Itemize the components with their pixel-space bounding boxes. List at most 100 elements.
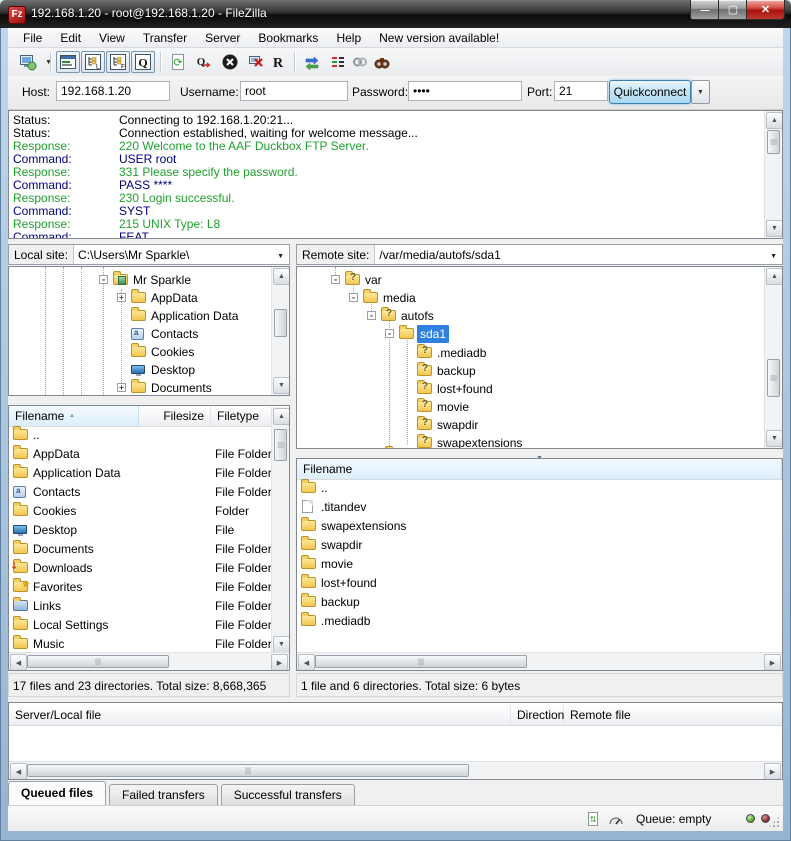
directory-comparison-button[interactable] bbox=[300, 51, 324, 73]
collapse-icon[interactable] bbox=[99, 275, 108, 284]
tree-item-autofs[interactable]: autofs bbox=[297, 307, 765, 325]
disconnect-button[interactable] bbox=[244, 51, 268, 73]
tree-item-mr-sparkle[interactable]: Mr Sparkle bbox=[9, 271, 272, 289]
file-row[interactable]: Application DataFile Folder bbox=[9, 464, 289, 483]
tree-item-documents[interactable]: Documents bbox=[9, 379, 272, 396]
local-site-combo[interactable]: C:\Users\Mr Sparkle\ ▼ bbox=[74, 245, 289, 264]
collapse-icon[interactable] bbox=[367, 311, 376, 320]
file-row[interactable]: movie bbox=[297, 555, 782, 574]
local-tree-vertical-scrollbar[interactable]: ▲ ▼ bbox=[271, 267, 289, 395]
menu-transfer[interactable]: Transfer bbox=[134, 29, 196, 47]
tree-item-desktop[interactable]: Desktop bbox=[9, 361, 272, 379]
file-row[interactable]: DocumentsFile Folder bbox=[9, 540, 289, 559]
tab-failed-transfers[interactable]: Failed transfers bbox=[109, 784, 218, 805]
menu-view[interactable]: View bbox=[90, 29, 134, 47]
file-row[interactable]: swapextensions bbox=[297, 517, 782, 536]
minimize-button[interactable] bbox=[690, 0, 720, 20]
toggle-remote-tree-button[interactable]: F bbox=[106, 51, 130, 73]
transfer-type-icon[interactable]: ⇅ bbox=[586, 811, 600, 827]
menu-file[interactable]: File bbox=[14, 29, 51, 47]
title-bar[interactable]: Fz 192.168.1.20 - root@192.168.1.20 - Fi… bbox=[0, 0, 791, 28]
local-list-vertical-scrollbar[interactable]: ▲ ▼ bbox=[271, 407, 289, 654]
scroll-up-button[interactable]: ▲ bbox=[766, 112, 783, 129]
remote-site-combo[interactable]: /var/media/autofs/sda1 ▼ bbox=[375, 245, 782, 264]
password-input[interactable] bbox=[408, 81, 522, 101]
scroll-up-button[interactable]: ▲ bbox=[273, 408, 290, 425]
scroll-down-button[interactable]: ▼ bbox=[273, 636, 290, 653]
directory-listing-filters-button[interactable] bbox=[326, 51, 350, 73]
tree-item-backup[interactable]: backup bbox=[297, 362, 765, 380]
port-input[interactable] bbox=[554, 81, 608, 101]
queue-horizontal-scrollbar[interactable]: ◀ ▶ bbox=[9, 761, 782, 779]
tree-item-contacts[interactable]: Contacts bbox=[9, 325, 272, 343]
tree-item-mediadb[interactable]: .mediadb bbox=[297, 344, 765, 362]
file-row[interactable]: ContactsFile Folder bbox=[9, 483, 289, 502]
refresh-button[interactable]: ⟳ bbox=[166, 51, 190, 73]
log-vertical-scrollbar[interactable]: ▲ ▼ bbox=[764, 111, 782, 238]
toggle-message-log-button[interactable] bbox=[56, 51, 80, 73]
tree-item-media[interactable]: media bbox=[297, 289, 765, 307]
tree-item-sda1[interactable]: sda1 bbox=[297, 325, 765, 343]
scroll-right-button[interactable]: ▶ bbox=[764, 763, 781, 780]
scroll-left-button[interactable]: ◀ bbox=[10, 763, 27, 780]
toggle-queue-button[interactable]: Q bbox=[131, 51, 155, 73]
column-header-server-local-file[interactable]: Server/Local file bbox=[9, 705, 511, 725]
tree-item-application-data[interactable]: Application Data bbox=[9, 307, 272, 325]
chevron-down-icon[interactable]: ▼ bbox=[277, 253, 284, 260]
tree-item-appdata[interactable]: AppData bbox=[9, 289, 272, 307]
collapse-icon[interactable] bbox=[385, 329, 394, 338]
file-row[interactable]: .. bbox=[297, 479, 782, 498]
column-header-filesize[interactable]: Filesize bbox=[139, 406, 211, 426]
remote-tree-vertical-scrollbar[interactable]: ▲ ▼ bbox=[764, 267, 782, 448]
scroll-up-button[interactable]: ▲ bbox=[766, 268, 783, 285]
scroll-down-button[interactable]: ▼ bbox=[766, 430, 783, 447]
synchronized-browsing-button[interactable] bbox=[348, 51, 372, 73]
column-header-remote-file[interactable]: Remote file bbox=[564, 705, 783, 725]
expand-icon[interactable] bbox=[117, 293, 126, 302]
tab-successful-transfers[interactable]: Successful transfers bbox=[221, 784, 355, 805]
file-row[interactable]: LinksFile Folder bbox=[9, 597, 289, 616]
scrollbar-thumb[interactable] bbox=[27, 764, 469, 777]
scrollbar-thumb[interactable] bbox=[274, 309, 287, 337]
file-row[interactable]: FavoritesFile Folder bbox=[9, 578, 289, 597]
column-header-filename[interactable]: Filename bbox=[297, 459, 782, 479]
file-row[interactable]: lost+found bbox=[297, 574, 782, 593]
chevron-down-icon[interactable]: ▼ bbox=[770, 253, 777, 260]
tree-item-cookies[interactable]: Cookies bbox=[9, 343, 272, 361]
file-row[interactable]: DesktopFile bbox=[9, 521, 289, 540]
scrollbar-thumb[interactable] bbox=[767, 359, 780, 397]
file-row[interactable]: DownloadsFile Folder bbox=[9, 559, 289, 578]
maximize-button[interactable] bbox=[718, 0, 748, 20]
cancel-button[interactable] bbox=[218, 51, 242, 73]
scrollbar-thumb[interactable] bbox=[274, 429, 287, 461]
host-input[interactable] bbox=[56, 81, 170, 101]
file-row[interactable]: CookiesFolder bbox=[9, 502, 289, 521]
scroll-left-button[interactable]: ◀ bbox=[10, 654, 27, 671]
tab-queued-files[interactable]: Queued files bbox=[8, 781, 106, 805]
menu-bookmarks[interactable]: Bookmarks bbox=[249, 29, 327, 47]
scroll-down-button[interactable]: ▼ bbox=[766, 220, 783, 237]
menu-edit[interactable]: Edit bbox=[51, 29, 90, 47]
toggle-local-tree-button[interactable]: L bbox=[81, 51, 105, 73]
scrollbar-thumb[interactable] bbox=[767, 130, 780, 154]
remote-list-horizontal-scrollbar[interactable]: ◀ ▶ bbox=[297, 652, 782, 670]
file-row[interactable]: .titandev bbox=[297, 498, 782, 517]
file-row[interactable]: .mediadb bbox=[297, 612, 782, 631]
process-queue-button[interactable]: Q bbox=[192, 51, 216, 73]
file-row[interactable]: .. bbox=[9, 426, 289, 445]
file-row[interactable]: Local SettingsFile Folder bbox=[9, 616, 289, 635]
local-list-horizontal-scrollbar[interactable]: ◀ ▶ bbox=[9, 652, 289, 670]
column-header-filetype[interactable]: Filetype bbox=[211, 406, 273, 426]
tree-item-movie[interactable]: movie bbox=[297, 398, 765, 416]
site-manager-button[interactable]: ▼ bbox=[12, 51, 44, 73]
scroll-left-button[interactable]: ◀ bbox=[298, 654, 315, 671]
scroll-up-button[interactable]: ▲ bbox=[273, 268, 290, 285]
find-files-button[interactable] bbox=[370, 51, 394, 73]
menu-server[interactable]: Server bbox=[196, 29, 249, 47]
speed-limits-icon[interactable] bbox=[608, 813, 624, 827]
tree-item-lost-found[interactable]: lost+found bbox=[297, 380, 765, 398]
scrollbar-thumb[interactable] bbox=[27, 655, 169, 668]
menu-help[interactable]: Help bbox=[327, 29, 370, 47]
expand-icon[interactable] bbox=[117, 383, 126, 392]
file-row[interactable]: AppDataFile Folder bbox=[9, 445, 289, 464]
